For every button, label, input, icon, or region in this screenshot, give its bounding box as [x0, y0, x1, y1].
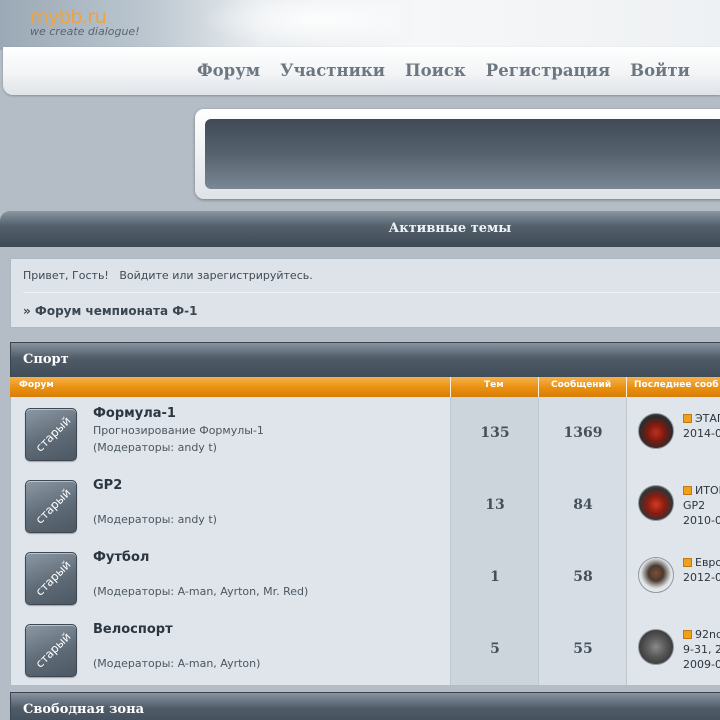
topics-count: 13: [485, 497, 505, 513]
posts-count: 58: [573, 569, 593, 585]
forum-column-headers: Форум Тем Сообщений Последнее сооб: [10, 377, 720, 397]
forum-info: старый GP2 (Модераторы: andy t): [10, 469, 450, 541]
topics-count: 5: [490, 641, 500, 657]
forum-status-icon: старый: [25, 408, 77, 461]
forum-moderators[interactable]: (Модераторы: andy t): [93, 441, 217, 454]
last-topic-link[interactable]: ЭТАП: [683, 411, 720, 426]
forum-status-icon: старый: [25, 552, 77, 605]
badge-label: старый: [32, 557, 74, 599]
forum-row: старый Велоспорт (Модераторы: A-man, Ayr…: [10, 613, 720, 685]
col-divider: [450, 377, 451, 397]
col-last-post: Последнее сооб: [634, 380, 719, 390]
avatar[interactable]: [638, 629, 674, 665]
category-title[interactable]: Свободная зона: [23, 702, 144, 717]
last-post-cell: Евро 2012-0: [626, 541, 720, 613]
banner-frame: [195, 109, 720, 199]
forum-row: старый GP2 (Модераторы: andy t) 13 84 ИТ…: [10, 469, 720, 541]
forum-moderators[interactable]: (Модераторы: andy t): [93, 513, 217, 526]
site-header: mybb.ru we create dialogue!: [0, 0, 720, 50]
forum-moderators[interactable]: (Модераторы: A-man, Ayrton): [93, 657, 260, 670]
category-header-free-zone[interactable]: Свободная зона: [10, 692, 720, 720]
last-post-cell: ЭТАП 2014-0: [626, 397, 720, 469]
posts-cell: 84: [538, 469, 626, 541]
forum-description: Прогнозирование Формулы-1: [93, 424, 264, 437]
posts-count: 1369: [563, 425, 603, 441]
nav-login[interactable]: Войти: [630, 61, 690, 80]
last-topic-link[interactable]: ИТОГ: [683, 483, 720, 498]
topics-count: 1: [490, 569, 500, 585]
badge-label: старый: [32, 629, 74, 671]
col-topics: Тем: [484, 380, 504, 390]
greeting: Привет, Гость!: [23, 269, 109, 282]
last-topic-link[interactable]: Евро: [683, 555, 720, 570]
logo-tagline: we create dialogue!: [30, 25, 140, 38]
topics-cell: 1: [450, 541, 538, 613]
last-topic-link-cont[interactable]: 9-31, 2: [683, 642, 720, 657]
topics-count: 135: [480, 425, 510, 441]
forum-row: старый Футбол (Модераторы: A-man, Ayrton…: [10, 541, 720, 613]
banner: [205, 119, 720, 189]
forum-title[interactable]: Футбол: [93, 550, 149, 565]
breadcrumb[interactable]: » Форум чемпионата Ф-1: [23, 304, 197, 318]
posts-cell: 58: [538, 541, 626, 613]
col-divider: [538, 377, 539, 397]
forum-title[interactable]: Формула-1: [93, 406, 176, 421]
col-posts: Сообщений: [551, 380, 612, 390]
site-logo[interactable]: mybb.ru we create dialogue!: [30, 6, 140, 38]
welcome-box: Привет, Гость! Войдите или зарегистрируй…: [10, 258, 720, 328]
active-topics-bar[interactable]: Активные темы: [0, 211, 720, 247]
last-post-info: ЭТАП 2014-0: [683, 411, 720, 441]
avatar[interactable]: [638, 485, 674, 521]
active-topics-link[interactable]: Активные темы: [389, 221, 512, 236]
forum-title[interactable]: GP2: [93, 478, 122, 493]
main-nav: Форум Участники Поиск Регистрация Войти: [3, 47, 720, 95]
last-post-cell: ИТОГ GP2 2010-0: [626, 469, 720, 541]
forum-status-icon: старый: [25, 480, 77, 533]
category-title[interactable]: Спорт: [23, 352, 69, 367]
last-post-cell: 92nd 9-31, 2 2009-0: [626, 613, 720, 685]
nav-forum[interactable]: Форум: [197, 61, 260, 80]
nav-register[interactable]: Регистрация: [486, 61, 610, 80]
posts-cell: 55: [538, 613, 626, 685]
posts-count: 84: [573, 497, 593, 513]
login-register-link[interactable]: Войдите или зарегистрируйтесь.: [119, 269, 312, 282]
forum-info: старый Велоспорт (Модераторы: A-man, Ayr…: [10, 613, 450, 685]
last-post-date: 2012-0: [683, 571, 720, 584]
posts-cell: 1369: [538, 397, 626, 469]
last-post-info: ИТОГ GP2 2010-0: [683, 483, 720, 528]
nav-search[interactable]: Поиск: [405, 61, 466, 80]
badge-label: старый: [32, 485, 74, 527]
last-post-info: 92nd 9-31, 2 2009-0: [683, 627, 720, 672]
col-forum: Форум: [19, 380, 54, 390]
header-decoration: [200, 0, 400, 48]
forum-info: старый Футбол (Модераторы: A-man, Ayrton…: [10, 541, 450, 613]
last-post-date: 2010-0: [683, 514, 720, 527]
category-header-sport[interactable]: Спорт: [10, 342, 720, 378]
forum-status-icon: старый: [25, 624, 77, 677]
avatar[interactable]: [638, 557, 674, 593]
divider: [23, 292, 720, 293]
nav-members[interactable]: Участники: [280, 61, 385, 80]
topics-cell: 5: [450, 613, 538, 685]
forum-row: старый Формула-1 Прогнозирование Формулы…: [10, 397, 720, 469]
badge-label: старый: [32, 413, 74, 455]
last-post-date: 2009-0: [683, 658, 720, 671]
posts-count: 55: [573, 641, 593, 657]
last-post-info: Евро 2012-0: [683, 555, 720, 585]
forum-moderators[interactable]: (Модераторы: A-man, Ayrton, Mr. Red): [93, 585, 308, 598]
col-divider: [626, 377, 627, 397]
topics-cell: 135: [450, 397, 538, 469]
forum-title[interactable]: Велоспорт: [93, 622, 173, 637]
last-post-date: 2014-0: [683, 427, 720, 440]
last-topic-link[interactable]: 92nd: [683, 627, 720, 642]
avatar[interactable]: [638, 413, 674, 449]
forum-info: старый Формула-1 Прогнозирование Формулы…: [10, 397, 450, 469]
last-topic-link-cont[interactable]: GP2: [683, 498, 720, 513]
welcome-text: Привет, Гость! Войдите или зарегистрируй…: [23, 269, 313, 282]
topics-cell: 13: [450, 469, 538, 541]
